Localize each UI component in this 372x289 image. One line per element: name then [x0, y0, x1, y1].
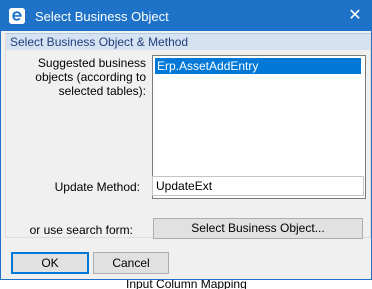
group-header: Select Business Object & Method [6, 33, 370, 50]
business-object-group: Select Business Object & Method Suggeste… [5, 33, 371, 238]
select-business-object-button-label: Select Business Object... [191, 221, 325, 235]
suggested-objects-label: Suggested business objects (according to… [35, 56, 146, 98]
update-method-field[interactable]: UpdateExt [152, 176, 364, 196]
cancel-button[interactable]: Cancel [93, 252, 169, 274]
window-title: Select Business Object [35, 9, 169, 24]
search-form-label: or use search form: [29, 223, 133, 237]
ok-button-label: OK [41, 256, 59, 270]
close-icon[interactable]: ✕ [339, 1, 371, 31]
title-bar: Select Business Object ✕ [1, 1, 371, 31]
ok-button[interactable]: OK [11, 252, 89, 274]
list-item[interactable]: Erp.AssetAddEntry [155, 58, 361, 74]
select-business-object-dialog: Select Business Object ✕ Select Business… [0, 0, 372, 280]
group-title: Select Business Object & Method [10, 35, 189, 49]
select-business-object-button[interactable]: Select Business Object... [153, 218, 363, 239]
app-icon [9, 8, 25, 24]
cancel-button-label: Cancel [112, 256, 150, 270]
update-method-label: Update Method: [54, 180, 140, 194]
dialog-body: Select Business Object & Method Suggeste… [1, 31, 371, 279]
